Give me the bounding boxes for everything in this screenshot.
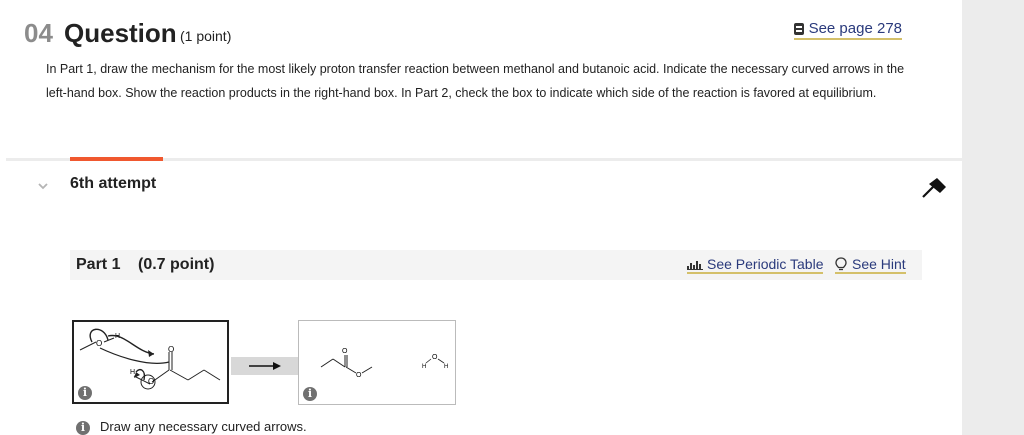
divider-accent [70,157,163,161]
question-points: (1 point) [180,28,232,44]
atom-o-methanol: O [96,339,102,348]
part-points: (0.7 point) [138,256,215,273]
products-drawing-box[interactable]: O O O H H i [298,320,456,405]
reactants-structure: O H O O H [79,328,221,390]
instruction-note: Draw any necessary curved arrows. [100,419,307,434]
atom-o-carbonyl: O [168,345,174,354]
reaction-arrow-strip [231,357,298,375]
info-icon[interactable]: i [303,387,317,401]
see-page-label: See page 278 [808,20,902,37]
reactants-drawing-box[interactable]: O H O O H i [72,320,229,404]
question-text: In Part 1, draw the mechanism for the mo… [46,62,905,100]
periodic-table-label: See Periodic Table [707,256,824,272]
info-icon[interactable]: i [78,386,92,400]
reaction-arrow-icon [249,362,281,370]
lightbulb-icon [835,256,847,270]
atom-h-water-right: H [444,364,448,370]
info-icon: i [76,421,90,435]
atom-o-ester-carbonyl: O [342,348,348,355]
atom-h-water-left: H [422,364,426,370]
atom-h-acid: H [130,369,135,376]
chevron-down-icon[interactable] [37,180,49,192]
question-panel: 04 Question (1 point) See page 278 In Pa… [0,0,962,435]
part-header: Part 1 (0.7 point) See Periodic Table Se… [70,250,922,280]
part-title: Part 1 [76,256,121,273]
see-hint-link[interactable]: See Hint [835,256,906,274]
question-title: Question [64,18,177,48]
atom-o-ester: O [356,372,362,379]
question-header: 04 Question (1 point) See page 278 [24,18,904,54]
attempt-label: 6th attempt [70,175,157,192]
atom-o-water: O [432,354,438,361]
question-number: 04 [24,18,53,48]
periodic-table-icon [687,261,703,270]
hint-label: See Hint [852,256,906,272]
pin-icon[interactable] [920,176,948,200]
book-icon [793,22,804,35]
see-page-link[interactable]: See page 278 [793,20,902,40]
atom-o-hydroxyl: O [148,377,154,386]
periodic-table-link[interactable]: See Periodic Table [687,256,824,274]
products-structure: O O O H H [320,348,448,379]
